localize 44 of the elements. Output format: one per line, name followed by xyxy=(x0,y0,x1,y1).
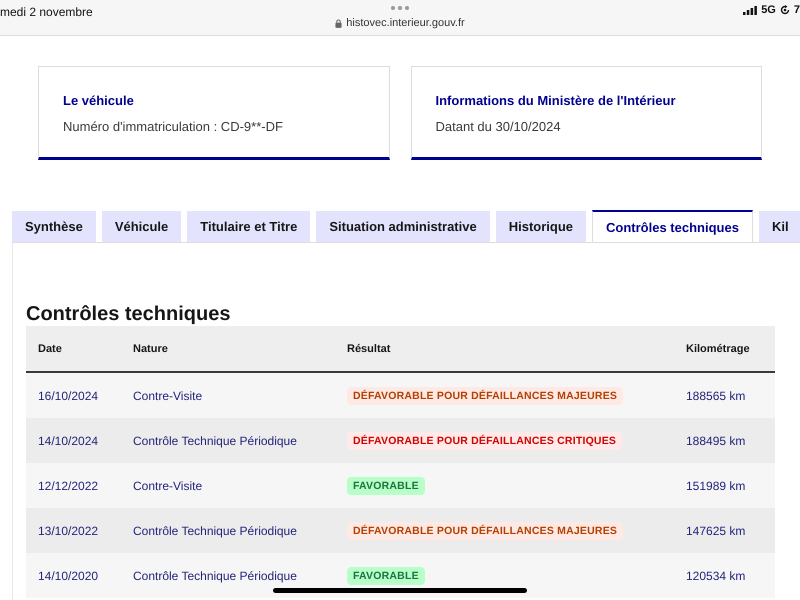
network-label: 5G xyxy=(761,4,776,16)
date-cell-text: 16/10/2024 xyxy=(37,388,100,402)
result-badge: FAVORABLE xyxy=(347,567,425,585)
mileage-cell-text: 120534 km xyxy=(685,568,746,582)
tab[interactable]: Synthèse xyxy=(12,211,96,242)
date-cell-text: 13/10/2022 xyxy=(37,524,100,538)
nature-cell-text: Contrôle Technique Périodique xyxy=(132,524,298,538)
section-heading: Contrôles techniques xyxy=(26,302,232,326)
mileage-cell-text: 188495 km xyxy=(685,434,746,448)
card-text: Datant du 30/10/2024 xyxy=(436,118,562,136)
nature-cell-text: Contre-Visite xyxy=(132,388,204,402)
date-cell-text: 14/10/2024 xyxy=(37,434,100,448)
mileage-cell-text: 147625 km xyxy=(685,524,746,538)
more-dots-icon[interactable] xyxy=(390,6,409,10)
card-text: Numéro d'immatriculation : CD-9**-DF xyxy=(63,118,284,136)
lock-icon xyxy=(335,18,342,28)
tab[interactable]: Historique xyxy=(496,211,586,242)
date-cell-text: 14/10/2020 xyxy=(37,568,100,582)
mileage-cell-text: 151989 km xyxy=(685,478,746,492)
tab[interactable]: Situation administrative xyxy=(316,211,490,242)
tab[interactable]: Contrôles techniques xyxy=(592,210,753,242)
column-header: Kilométrage xyxy=(685,342,751,354)
tab[interactable]: Kil xyxy=(758,211,800,242)
status-date: medi 2 novembre xyxy=(0,5,93,19)
result-badge: FAVORABLE xyxy=(347,477,425,495)
tab[interactable]: Véhicule xyxy=(102,211,182,242)
nature-cell-text: Contre-Visite xyxy=(132,478,204,492)
nature-cell-text: Contrôle Technique Périodique xyxy=(132,434,298,448)
result-badge: DÉFAVORABLE POUR DÉFAILLANCES MAJEURES xyxy=(347,522,624,540)
column-header: Date xyxy=(37,342,63,354)
card-title: Le véhicule xyxy=(63,92,135,110)
battery-label: 7 xyxy=(794,4,800,16)
date-cell-text: 12/12/2022 xyxy=(37,478,100,492)
signal-icon xyxy=(743,6,758,14)
url-text[interactable]: histovec.interieur.gouv.fr xyxy=(346,17,465,29)
circular-arrow-icon xyxy=(780,5,790,15)
column-header: Résultat xyxy=(346,342,392,354)
result-badge: DÉFAVORABLE POUR DÉFAILLANCES MAJEURES xyxy=(347,387,624,405)
nature-cell-text: Contrôle Technique Périodique xyxy=(132,568,298,582)
card-title: Informations du Ministère de l'Intérieur xyxy=(436,92,677,110)
mileage-cell-text: 188565 km xyxy=(685,388,746,402)
column-header: Nature xyxy=(132,342,169,354)
tab[interactable]: Titulaire et Titre xyxy=(187,211,310,242)
result-badge: DÉFAVORABLE POUR DÉFAILLANCES CRITIQUES xyxy=(347,432,622,450)
